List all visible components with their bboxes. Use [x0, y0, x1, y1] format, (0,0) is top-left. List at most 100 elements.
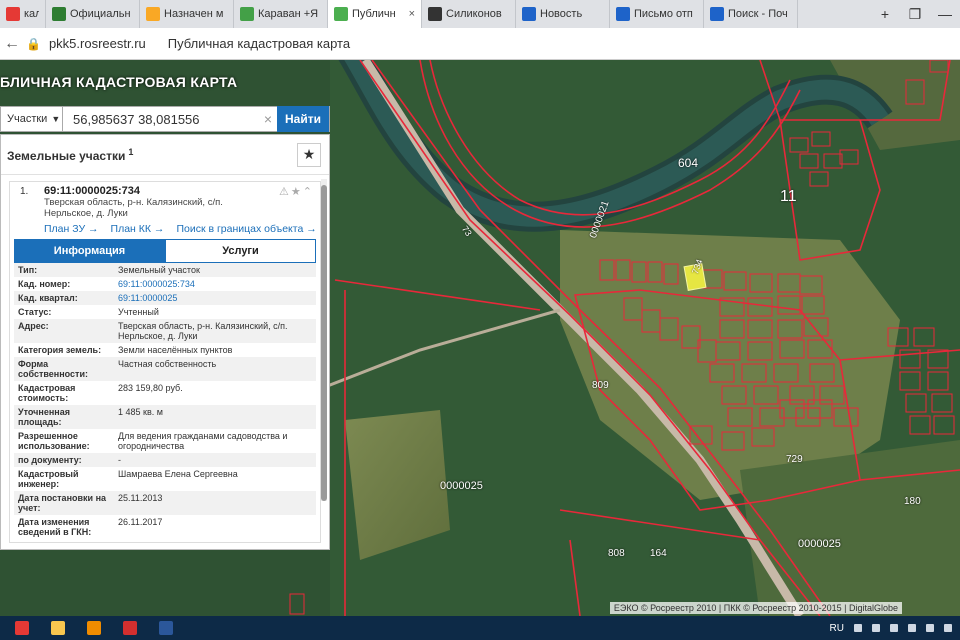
info-row: Статус: Учтенный [14, 305, 316, 319]
tab-services[interactable]: Услуги [165, 239, 316, 263]
search-input[interactable] [63, 108, 259, 130]
search-button[interactable]: Найти [277, 106, 329, 132]
info-row: Кадастровая стоимость: 283 159,80 руб. [14, 381, 316, 405]
info-key: Кадастровая стоимость: [18, 383, 76, 403]
new-tab-button[interactable]: + [870, 6, 900, 22]
warning-icon[interactable]: ⚠ [279, 186, 291, 198]
app-header: БЛИЧНАЯ КАДАСТРОВАЯ КАРТА [0, 60, 330, 104]
tab-label: Назначен м [164, 8, 224, 20]
info-row: Разрешенное использование: Для ведения гр… [14, 429, 316, 453]
info-value[interactable]: 69:11:0000025:734 [114, 277, 316, 291]
media-player-icon[interactable] [80, 618, 108, 638]
favicon-icon [240, 7, 254, 21]
pdf-reader-icon[interactable] [116, 618, 144, 638]
tray-icon[interactable] [944, 624, 952, 632]
info-value: Тверская область, р-н. Калязинский, с/п.… [114, 319, 316, 343]
tray-icon[interactable] [926, 624, 934, 632]
map-parcel-label: 164 [650, 548, 667, 559]
browser-tab[interactable]: Караван +Я [234, 0, 328, 28]
browser-tab[interactable]: Письмо отп [610, 0, 704, 28]
browser-tab[interactable]: Поиск - Поч [704, 0, 798, 28]
tray-icon[interactable] [854, 624, 862, 632]
browser-tab[interactable]: Официальн [46, 0, 140, 28]
collapse-icon[interactable]: ⌃ [303, 186, 314, 198]
results-panel: Земельные участки 1 ★ 1. 69:11:0000025:73… [0, 134, 330, 550]
info-row: Кадастровый инженер: Шамраева Елена Серге… [14, 467, 316, 491]
browser-tab[interactable]: Силиконов [422, 0, 516, 28]
info-value[interactable]: 69:11:0000025 [114, 291, 316, 305]
search-type-select[interactable]: Участки ▼ [1, 107, 63, 131]
info-row: Уточненная площадь: 1 485 кв. м [14, 405, 316, 429]
browser-tab[interactable]: Публичн × [328, 0, 422, 28]
browser-tab[interactable]: Назначен м [140, 0, 234, 28]
url-text[interactable]: pkk5.rosreestr.ru [49, 36, 146, 51]
result-tabs: Информация Услуги [14, 239, 316, 263]
info-row: Тип: Земельный участок [14, 263, 316, 277]
tab-information[interactable]: Информация [14, 239, 165, 263]
address-bar: ← 🔒 pkk5.rosreestr.ru Публичная кадастро… [0, 28, 960, 60]
info-value: - [114, 453, 316, 467]
result-actions: ⚠★⌃ [279, 185, 314, 198]
info-key: Форма собственности: [14, 357, 114, 381]
language-indicator[interactable]: RU [830, 623, 844, 634]
info-value: Земли населённых пунктов [118, 345, 233, 355]
file-explorer-icon[interactable] [44, 618, 72, 638]
info-key: Тип: [14, 263, 114, 277]
info-key: Уточненная площадь: [14, 405, 114, 429]
tab-label: Письмо отп [634, 8, 693, 20]
favicon-icon [52, 7, 66, 21]
info-value: Земельный участок [114, 263, 316, 277]
panel-header: Земельные участки 1 ★ [1, 135, 329, 175]
map-parcel-label: 11 [780, 188, 797, 205]
map-attribution: ЕЭКО © Росреестр 2010 | ПКК © Росреестр … [609, 602, 902, 614]
info-row: Кад. номер: 69:11:0000025:734 [14, 277, 316, 291]
tray-icon[interactable] [908, 624, 916, 632]
browser-tab[interactable]: калин [0, 0, 46, 28]
tab-label: Новость [540, 8, 583, 20]
favicon-icon [334, 7, 348, 21]
favorite-star-button[interactable]: ★ [297, 142, 321, 167]
window-minimize-icon[interactable]: — [930, 6, 960, 22]
info-value: 25.11.2013 [114, 491, 316, 515]
plan-zu-link[interactable]: План ЗУ → [44, 223, 99, 235]
favicon-icon [616, 7, 630, 21]
map-parcel-label: 0000025 [798, 538, 841, 550]
yandex-browser-icon[interactable] [8, 618, 36, 638]
star-icon[interactable]: ★ [291, 186, 303, 198]
meadow-south [740, 440, 960, 616]
map-parcel-label: 809 [592, 380, 609, 391]
info-value: 26.11.2017 [118, 517, 163, 527]
panel-scrollbar[interactable] [321, 179, 327, 501]
favicon-icon [146, 7, 160, 21]
result-count: 1 [128, 146, 134, 157]
close-tab-icon[interactable]: × [409, 8, 415, 20]
cad-number-title[interactable]: 69:11:0000025:734 [44, 185, 316, 197]
lock-icon[interactable]: 🔒 [26, 37, 41, 51]
info-value: Учтенный [118, 307, 159, 317]
back-arrow-icon[interactable]: ← [4, 35, 20, 53]
info-value: Для ведения гражданами садоводства и ого… [118, 431, 288, 451]
search-in-bounds-link[interactable]: Поиск в границах объекта → [176, 223, 316, 235]
map-parcel-label: 180 [904, 496, 921, 507]
info-row: Категория земель: Земли населённых пункто… [14, 343, 316, 357]
tray-icon[interactable] [890, 624, 898, 632]
result-links: План ЗУ → План КК → Поиск в границах объ… [44, 223, 317, 235]
word-icon[interactable] [152, 618, 180, 638]
info-value: Частная собственность [114, 357, 316, 381]
tray-icon[interactable] [872, 624, 880, 632]
tab-manager-icon[interactable]: ❐ [900, 6, 930, 23]
plan-kk-link[interactable]: План КК → [111, 223, 165, 235]
info-key: Разрешенное использование: [18, 431, 90, 451]
map-parcel-label: 808 [608, 548, 625, 559]
favicon-icon [522, 7, 536, 21]
info-value-link[interactable]: 69:11:0000025:734 [118, 279, 195, 289]
info-value-link[interactable]: 69:11:0000025 [118, 293, 177, 303]
search-type-label: Участки [7, 113, 48, 125]
info-value: Шамраева Елена Сергеевна [118, 469, 238, 479]
app-title: БЛИЧНАЯ КАДАСТРОВАЯ КАРТА [0, 74, 238, 90]
clear-icon[interactable]: × [259, 111, 277, 127]
browser-tab[interactable]: Новость [516, 0, 610, 28]
map-parcel-label: 0000025 [440, 480, 483, 492]
scrollbar-thumb[interactable] [321, 185, 327, 501]
info-value: 283 159,80 руб. [118, 383, 183, 393]
